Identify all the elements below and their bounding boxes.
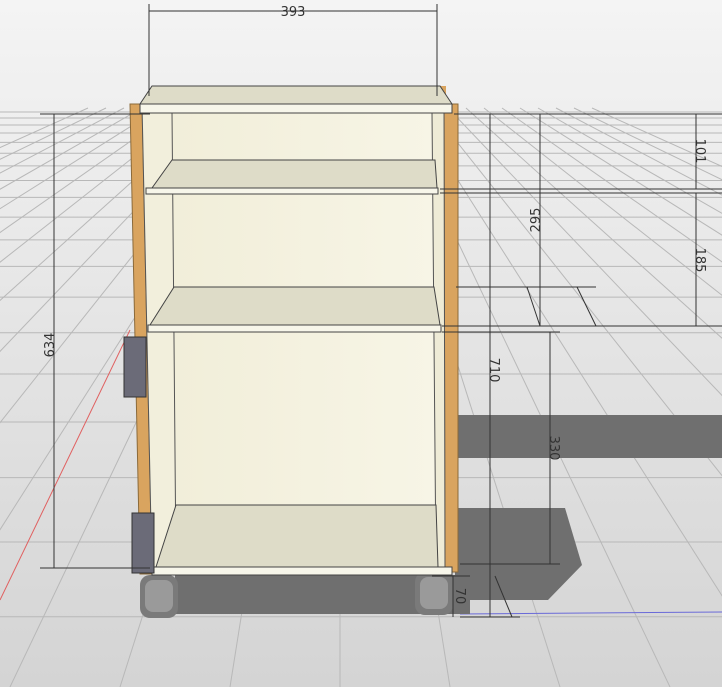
hinge-upper-icon[interactable] <box>123 336 147 398</box>
dimension-middle-gap: 185 <box>692 248 707 273</box>
dimension-upper-section: 295 <box>529 208 544 233</box>
dimension-lower-section: 330 <box>546 436 561 461</box>
dimension-base-height: 70 <box>452 588 467 605</box>
top-panel <box>139 85 453 105</box>
hinge-lower-icon[interactable] <box>131 512 155 574</box>
3d-viewport[interactable]: 393 634 710 101 295 185 330 70 <box>0 0 722 687</box>
dimension-height-total: 710 <box>486 358 501 383</box>
cabinet-shadow-upper <box>455 415 722 458</box>
dimension-width-top: 393 <box>281 5 306 20</box>
top-panel-front-edge <box>139 103 453 114</box>
bottom-panel-edge <box>151 566 453 576</box>
caster-wheel-right <box>415 572 453 615</box>
dimension-height-left: 634 <box>43 333 58 358</box>
cabinet-scene[interactable]: 393 634 710 101 295 185 330 70 <box>0 0 722 687</box>
shelf-middle-edge <box>147 324 442 333</box>
right-wood-edge <box>443 103 459 573</box>
shelf-upper <box>151 159 438 189</box>
bottom-panel <box>155 504 439 568</box>
caster-wheel-left <box>140 575 178 618</box>
shelf-upper-edge <box>145 187 439 195</box>
dimension-upper-gap: 101 <box>692 139 707 164</box>
shelf-middle <box>149 286 441 326</box>
